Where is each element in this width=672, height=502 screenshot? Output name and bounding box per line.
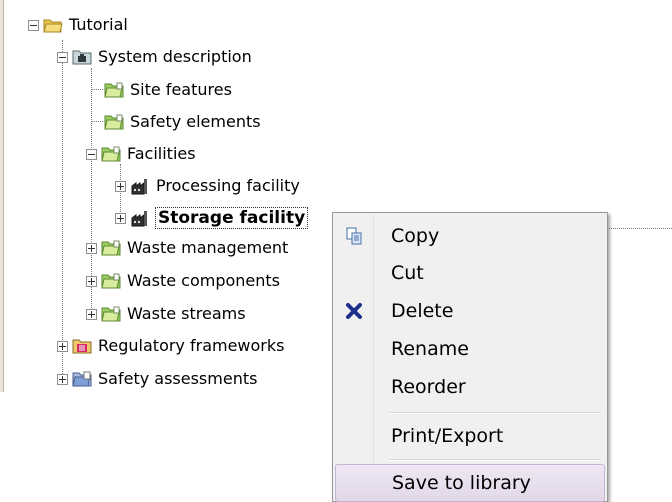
collapse-toggle[interactable] <box>28 19 39 31</box>
tree-node-storage-facility[interactable]: Storage facility <box>115 205 309 231</box>
tree-node-safety-assessments[interactable]: Safety assessments <box>57 366 258 392</box>
menu-item-label: Cut <box>391 262 424 284</box>
menu-item-label: Print/Export <box>391 425 504 447</box>
tree-node-label-selected: Storage facility <box>155 207 309 229</box>
tree-node-label: Safety assessments <box>98 369 258 388</box>
tree-node-waste-management[interactable]: Waste management <box>86 235 289 261</box>
menu-item-copy[interactable]: Copy <box>335 218 603 254</box>
expand-toggle[interactable] <box>86 275 97 287</box>
green-folder-icon <box>101 240 121 256</box>
tree-node-label: Waste management <box>127 238 289 257</box>
assessment-folder-icon <box>72 371 92 387</box>
collapse-toggle[interactable] <box>86 148 97 160</box>
menu-separator <box>389 412 601 414</box>
copy-icon <box>346 227 362 245</box>
tree-node-regulatory-frameworks[interactable]: Regulatory frameworks <box>57 333 285 359</box>
tree-node-system-description[interactable]: System description <box>57 44 253 70</box>
tree-node-label: Facilities <box>127 144 196 163</box>
expand-toggle[interactable] <box>57 340 68 352</box>
green-folder-icon <box>101 146 121 162</box>
expand-toggle[interactable] <box>57 373 68 385</box>
tree-node-label: Waste streams <box>127 304 246 323</box>
delete-x-icon <box>346 303 362 319</box>
green-folder-icon <box>101 273 121 289</box>
expand-toggle[interactable] <box>86 242 97 254</box>
tree-connector-line <box>91 121 103 122</box>
green-folder-icon <box>104 114 124 130</box>
factory-icon <box>131 179 147 195</box>
context-menu: Copy Cut Delete Rename Reorder Print/Exp… <box>332 212 608 502</box>
tree-node-site-features[interactable]: Site features <box>104 77 233 103</box>
tree-node-label: Waste components <box>127 271 280 290</box>
factory-icon <box>131 211 147 227</box>
menu-item-label: Copy <box>391 225 440 247</box>
tree-connector-line <box>91 89 103 90</box>
menu-item-label: Reorder <box>391 376 466 398</box>
expand-toggle[interactable] <box>115 212 126 224</box>
tree-node-waste-components[interactable]: Waste components <box>86 268 281 294</box>
tree-node-label: Regulatory frameworks <box>98 336 285 355</box>
tree-node-label: Processing facility <box>156 176 300 195</box>
tree-node-label: Site features <box>130 80 232 99</box>
tree-node-label: Tutorial <box>69 15 128 34</box>
menu-item-cut[interactable]: Cut <box>335 255 603 291</box>
menu-separator <box>389 459 601 461</box>
menu-item-reorder[interactable]: Reorder <box>335 369 603 405</box>
system-folder-icon <box>72 50 92 65</box>
tree-node-label: System description <box>98 47 252 66</box>
menu-item-label: Rename <box>391 338 469 360</box>
menu-item-delete[interactable]: Delete <box>335 293 603 329</box>
expand-toggle[interactable] <box>86 308 97 320</box>
folder-open-icon <box>43 19 63 33</box>
menu-item-rename[interactable]: Rename <box>335 331 603 367</box>
expand-toggle[interactable] <box>115 180 126 192</box>
collapse-toggle[interactable] <box>57 51 68 63</box>
menu-item-label: Save to library <box>392 472 531 494</box>
tree-node-facilities[interactable]: Facilities <box>86 141 197 167</box>
tree-node-tutorial[interactable]: Tutorial <box>28 12 129 38</box>
green-folder-icon <box>104 82 124 98</box>
tree-node-label: Safety elements <box>130 112 261 131</box>
menu-item-save-to-library[interactable]: Save to library <box>335 464 605 502</box>
menu-item-label: Delete <box>391 300 454 322</box>
tree-node-safety-elements[interactable]: Safety elements <box>104 109 262 135</box>
tree-connector-line <box>62 40 63 382</box>
tree-node-processing-facility[interactable]: Processing facility <box>115 173 301 199</box>
green-folder-icon <box>101 306 121 322</box>
tree-node-waste-streams[interactable]: Waste streams <box>86 301 247 327</box>
menu-item-print-export[interactable]: Print/Export <box>335 418 603 454</box>
regulatory-folder-icon <box>72 339 92 354</box>
